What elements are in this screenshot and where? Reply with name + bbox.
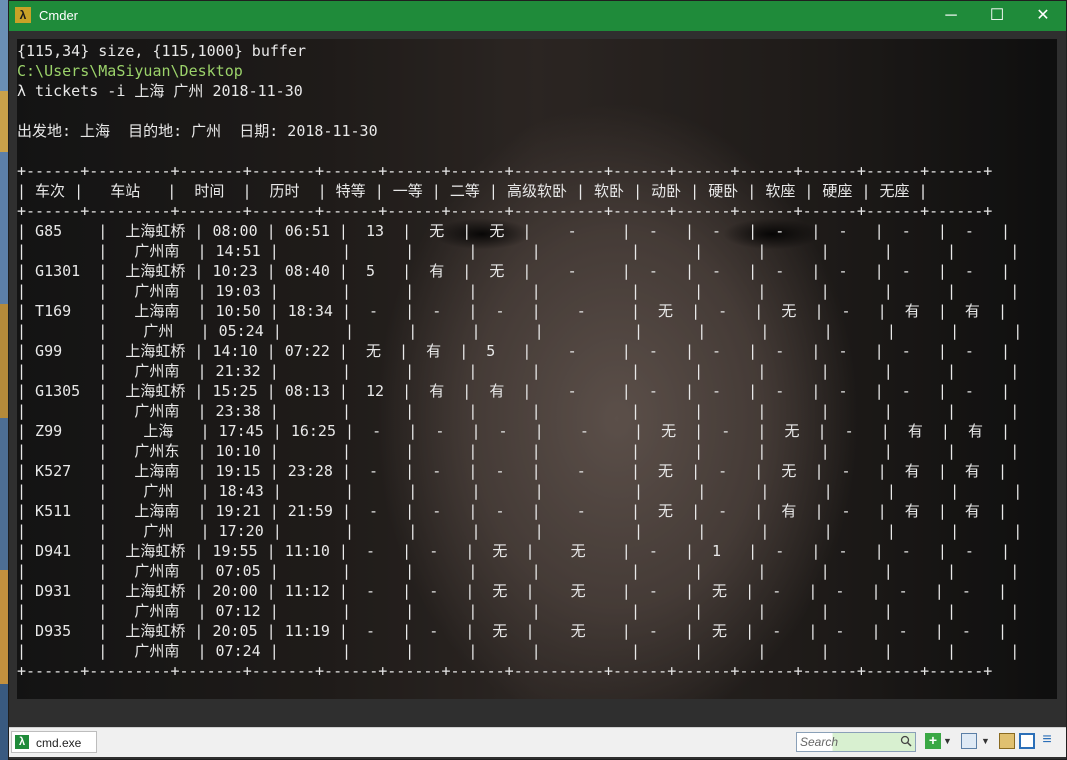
table-row-sub: | | 广州南 | 07:24 | | | | | | | | | | | | [17,642,1020,660]
tab-cmd[interactable]: λ cmd.exe [11,731,97,753]
table-row: | D941 | 上海虹桥 | 19:55 | 11:10 | - | - | … [17,542,1011,560]
table-border-top: +------+---------+-------+-------+------… [17,162,993,180]
prompt-path: C:\Users\MaSiyuan\Desktop [17,62,243,80]
table-row: | G85 | 上海虹桥 | 08:00 | 06:51 | 13 | 无 | … [17,222,1011,240]
maximize-button[interactable]: ☐ [974,1,1020,31]
lambda-icon: λ [15,7,31,23]
close-button[interactable]: ✕ [1020,1,1066,31]
table-row: | D935 | 上海虹桥 | 20:05 | 11:19 | - | - | … [17,622,1008,640]
query-summary-line: 出发地: 上海 目的地: 广州 日期: 2018-11-30 [17,122,378,140]
table-row-sub: | | 广州南 | 07:05 | | | | | | | | | | | | [17,562,1020,580]
table-row-sub: | | 广州南 | 14:51 | | | | | | | | | | | | [17,242,1020,260]
table-row-sub: | | 广州南 | 23:38 | | | | | | | | | | | | [17,402,1020,420]
table-border-bottom: +------+---------+-------+-------+------… [17,662,993,680]
table-row: | K511 | 上海南 | 19:21 | 21:59 | - | - | -… [17,502,1008,520]
chevron-down-icon[interactable]: ▼ [981,733,997,749]
tab-label: cmd.exe [36,736,82,750]
search-icon[interactable] [900,735,912,747]
lock-icon[interactable] [999,733,1015,749]
lambda-icon: λ [15,735,29,749]
table-border-mid: +------+---------+-------+-------+------… [17,202,993,220]
table-row: | T169 | 上海南 | 10:50 | 18:34 | - | - | -… [17,302,1008,320]
tab-bar: λ cmd.exe Search + ▼ ▼ ≡ [9,727,1066,757]
menu-icon[interactable]: ≡ [1039,732,1055,749]
table-row: | G99 | 上海虹桥 | 14:10 | 07:22 | 无 | 有 | 5… [17,342,1011,360]
table-row-sub: | | 广州 | 17:20 | | | | | | | | | | | | [17,522,1023,540]
new-console-button[interactable]: + [925,733,941,749]
desktop-background [0,0,8,760]
table-row: | D931 | 上海虹桥 | 20:00 | 11:12 | - | - | … [17,582,1008,600]
table-row-sub: | | 广州 | 05:24 | | | | | | | | | | | | [17,322,1023,340]
table-row-sub: | | 广州南 | 07:12 | | | | | | | | | | | | [17,602,1020,620]
table-row: | Z99 | 上海 | 17:45 | 16:25 | - | - | - |… [17,422,1011,440]
command-line: λ tickets -i 上海 广州 2018-11-30 [17,82,303,100]
search-input[interactable]: Search [796,732,916,752]
minimize-button[interactable]: ─ [928,1,974,31]
cmder-window: λ Cmder ─ ☐ ✕ {115,34} size, {115,1000} … [8,0,1067,760]
table-header: | 车次 | 车站 | 时间 | 历时 | 特等 | 一等 | 二等 | 高级软… [17,182,928,200]
window-title: Cmder [39,8,79,23]
view-toggle-icon[interactable] [1019,733,1035,749]
table-row: | G1305 | 上海虹桥 | 15:25 | 08:13 | 12 | 有 … [17,382,1011,400]
table-row-sub: | | 广州东 | 10:10 | | | | | | | | | | | | [17,442,1020,460]
terminal-area[interactable]: {115,34} size, {115,1000} buffer C:\User… [17,39,1057,699]
table-row: | G1301 | 上海虹桥 | 10:23 | 08:40 | 5 | 有 |… [17,262,1011,280]
table-row-sub: | | 广州 | 18:43 | | | | | | | | | | | | [17,482,1023,500]
buffer-info-line: {115,34} size, {115,1000} buffer [17,42,306,60]
title-bar[interactable]: λ Cmder ─ ☐ ✕ [9,1,1066,31]
search-placeholder: Search [800,735,839,749]
table-row-sub: | | 广州南 | 19:03 | | | | | | | | | | | | [17,282,1020,300]
table-row: | K527 | 上海南 | 19:15 | 23:28 | - | - | -… [17,462,1008,480]
chevron-down-icon[interactable]: ▼ [943,733,959,749]
table-row-sub: | | 广州南 | 21:32 | | | | | | | | | | | | [17,362,1020,380]
split-pane-icon[interactable] [961,733,977,749]
